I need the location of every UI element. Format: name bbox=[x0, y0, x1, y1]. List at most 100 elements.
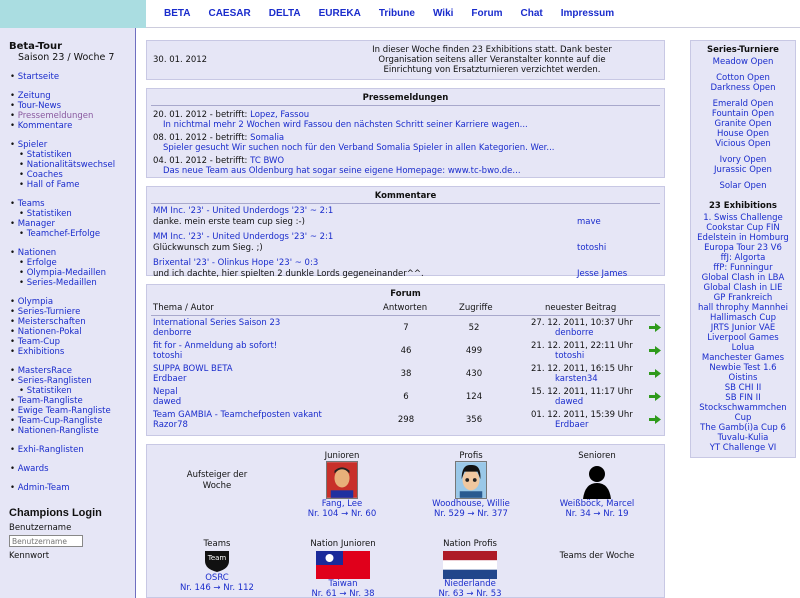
sidebar-item[interactable]: Olympia-Medaillen bbox=[10, 268, 135, 278]
profi-name[interactable]: Woodhouse, Willie bbox=[421, 499, 521, 509]
sidebar-item[interactable]: Olympia bbox=[10, 297, 135, 307]
forum-author[interactable]: Razor78 bbox=[153, 420, 188, 430]
sidebar-item[interactable]: Hall of Fame bbox=[10, 180, 135, 190]
netherlands-flag-icon[interactable] bbox=[443, 551, 497, 579]
series-item[interactable]: Ivory Open bbox=[691, 155, 795, 165]
nav-tribune[interactable]: Tribune bbox=[379, 8, 415, 19]
sidebar-item[interactable]: Teams bbox=[10, 199, 135, 209]
series-item[interactable]: Darkness Open bbox=[691, 83, 795, 93]
exhibition-item[interactable]: Europa Tour 23 V6 bbox=[691, 243, 795, 253]
forum-topic[interactable]: International Series Saison 23 bbox=[153, 318, 280, 328]
sidebar-item[interactable]: Statistiken bbox=[10, 386, 135, 396]
nation-profi-name[interactable]: Niederlande bbox=[420, 579, 520, 589]
senior-rank[interactable]: Nr. 34 → Nr. 19 bbox=[547, 509, 647, 519]
sidebar-item[interactable]: Pressemeldungen bbox=[10, 111, 135, 121]
sidebar-item[interactable]: Awards bbox=[10, 464, 135, 474]
series-item[interactable]: Cotton Open bbox=[691, 73, 795, 83]
exhibition-item[interactable]: Global Clash in LIE bbox=[691, 283, 795, 293]
series-item[interactable]: Solar Open bbox=[691, 181, 795, 191]
sidebar-item[interactable]: Statistiken bbox=[10, 209, 135, 219]
sidebar-item[interactable]: Meisterschaften bbox=[10, 317, 135, 327]
sidebar-item[interactable]: Manager bbox=[10, 219, 135, 229]
forum-latest-author[interactable]: dawed bbox=[555, 397, 583, 407]
exhibition-item[interactable]: YT Challenge VI bbox=[691, 443, 795, 453]
exhibition-item[interactable]: Hallimasch Cup bbox=[691, 313, 795, 323]
forum-topic[interactable]: Team GAMBIA - Teamchefposten vakant bbox=[153, 410, 322, 420]
exhibition-item[interactable]: Global Clash in LBA bbox=[691, 273, 795, 283]
sidebar-item[interactable]: Series-Medaillen bbox=[10, 278, 135, 288]
exhibition-item[interactable]: Stockschwammchen Cup bbox=[691, 403, 795, 423]
nav-forum[interactable]: Forum bbox=[471, 8, 502, 19]
nav-eureka[interactable]: EUREKA bbox=[319, 8, 361, 19]
press-subject[interactable]: Somalia bbox=[250, 133, 284, 143]
sidebar-item[interactable]: Teamchef-Erfolge bbox=[10, 229, 135, 239]
exhibition-item[interactable]: Tuvalu-Kulia bbox=[691, 433, 795, 443]
exhibition-item[interactable]: JRTS Junior VAE bbox=[691, 323, 795, 333]
exhibition-item[interactable]: Manchester Games bbox=[691, 353, 795, 363]
nav-beta[interactable]: BETA bbox=[164, 8, 190, 19]
senior-silhouette-icon[interactable] bbox=[581, 461, 613, 499]
forum-latest-author[interactable]: totoshi bbox=[555, 351, 584, 361]
forum-latest-author[interactable]: Erdbaer bbox=[555, 420, 588, 430]
series-item[interactable]: Vicious Open bbox=[691, 139, 795, 149]
sidebar-item[interactable]: Coaches bbox=[10, 170, 135, 180]
forum-author[interactable]: Erdbaer bbox=[153, 374, 186, 384]
exhibition-item[interactable]: Oistins bbox=[691, 373, 795, 383]
series-item[interactable]: Jurassic Open bbox=[691, 165, 795, 175]
nation-junior-rank[interactable]: Nr. 61 → Nr. 38 bbox=[293, 589, 393, 598]
comment-author[interactable]: Jesse James bbox=[577, 269, 627, 279]
sidebar-item[interactable]: Tour-News bbox=[10, 101, 135, 111]
comment-match[interactable]: MM Inc. '23' - United Underdogs '23' ~ 2… bbox=[153, 206, 333, 216]
comment-author[interactable]: mave bbox=[577, 217, 601, 227]
forum-latest-author[interactable]: denborre bbox=[555, 328, 594, 338]
senior-name[interactable]: Weißböck, Marcel bbox=[547, 499, 647, 509]
nav-caesar[interactable]: CAESAR bbox=[208, 8, 250, 19]
junior-avatar-icon[interactable] bbox=[326, 461, 358, 499]
sidebar-item[interactable]: Exhi-Ranglisten bbox=[10, 445, 135, 455]
sidebar-item[interactable]: Exhibitions bbox=[10, 347, 135, 357]
exhibition-item[interactable]: Lolua bbox=[691, 343, 795, 353]
forum-author[interactable]: dawed bbox=[153, 397, 181, 407]
exhibition-item[interactable]: Cookstar Cup FIN bbox=[691, 223, 795, 233]
team-name[interactable]: OSRC bbox=[167, 573, 267, 583]
series-item[interactable]: Emerald Open bbox=[691, 99, 795, 109]
sidebar-item[interactable]: Series-Ranglisten bbox=[10, 376, 135, 386]
sidebar-item[interactable]: Nationen bbox=[10, 248, 135, 258]
sidebar-item[interactable]: MastersRace bbox=[10, 366, 135, 376]
series-item[interactable]: House Open bbox=[691, 129, 795, 139]
sidebar-item[interactable]: Statistiken bbox=[10, 150, 135, 160]
exhibition-item[interactable]: The Gamb(i)a Cup 6 bbox=[691, 423, 795, 433]
comment-author[interactable]: totoshi bbox=[577, 243, 606, 253]
sidebar-item[interactable]: Ewige Team-Rangliste bbox=[10, 406, 135, 416]
sidebar-item[interactable]: Spieler bbox=[10, 140, 135, 150]
profi-rank[interactable]: Nr. 529 → Nr. 377 bbox=[421, 509, 521, 519]
series-item[interactable]: Granite Open bbox=[691, 119, 795, 129]
goto-arrow-icon[interactable] bbox=[649, 346, 661, 355]
press-text[interactable]: Spieler gesucht Wir suchen noch für den … bbox=[153, 143, 658, 153]
press-text[interactable]: Das neue Team aus Oldenburg hat sogar se… bbox=[153, 166, 658, 176]
series-item[interactable]: Fountain Open bbox=[691, 109, 795, 119]
taiwan-flag-icon[interactable] bbox=[316, 551, 370, 579]
nav-chat[interactable]: Chat bbox=[521, 8, 543, 19]
press-subject[interactable]: TC BWO bbox=[250, 156, 284, 166]
exhibition-item[interactable]: SB CHI II bbox=[691, 383, 795, 393]
goto-arrow-icon[interactable] bbox=[649, 369, 661, 378]
sidebar-item[interactable]: Team-Cup bbox=[10, 337, 135, 347]
nav-wiki[interactable]: Wiki bbox=[433, 8, 453, 19]
sidebar-item[interactable]: Nationen-Pokal bbox=[10, 327, 135, 337]
goto-arrow-icon[interactable] bbox=[649, 323, 661, 332]
team-logo-icon[interactable]: Team bbox=[203, 549, 231, 573]
forum-topic[interactable]: Nepal bbox=[153, 387, 178, 397]
sidebar-item[interactable]: Team-Rangliste bbox=[10, 396, 135, 406]
junior-name[interactable]: Fang, Lee bbox=[292, 499, 392, 509]
exhibition-item[interactable]: GP Frankreich bbox=[691, 293, 795, 303]
exhibition-item[interactable]: hall throphy Mannhei bbox=[691, 303, 795, 313]
forum-topic[interactable]: fit for - Anmeldung ab sofort! bbox=[153, 341, 277, 351]
exhibition-item[interactable]: ffP: Funningur bbox=[691, 263, 795, 273]
nav-impressum[interactable]: Impressum bbox=[561, 8, 614, 19]
sidebar-item[interactable]: Zeitung bbox=[10, 91, 135, 101]
exhibition-item[interactable]: SB FIN II bbox=[691, 393, 795, 403]
comment-match[interactable]: Brixental '23' - Olinkus Hope '23' ~ 0:3 bbox=[153, 258, 318, 268]
comment-match[interactable]: MM Inc. '23' - United Underdogs '23' ~ 2… bbox=[153, 232, 333, 242]
press-subject[interactable]: Lopez, Fassou bbox=[250, 110, 309, 120]
